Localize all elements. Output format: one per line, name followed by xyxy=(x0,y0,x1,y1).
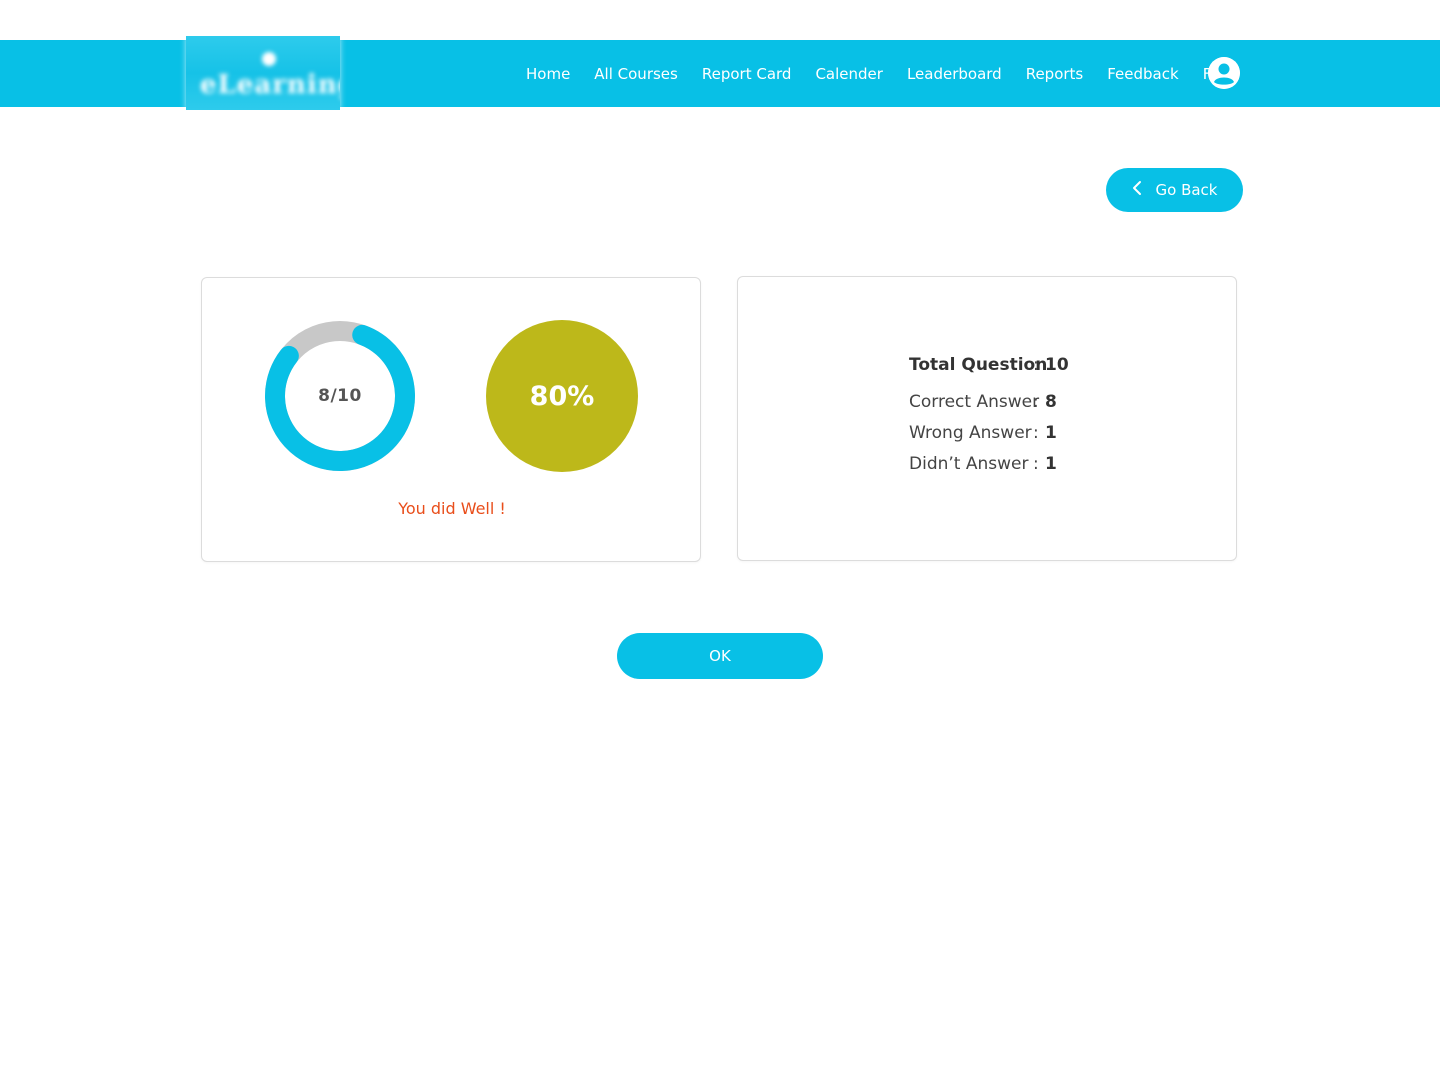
summary-label: Total Question xyxy=(909,355,1048,375)
score-label: 8/10 xyxy=(318,386,362,406)
summary-value: 10 xyxy=(1045,355,1069,375)
ok-button[interactable]: OK xyxy=(617,633,823,679)
nav-item-leaderboard[interactable]: Leaderboard xyxy=(907,65,1002,83)
summary-separator: : xyxy=(1033,392,1039,412)
percentage-circle: 80% xyxy=(486,320,638,472)
brand-logo[interactable]: eLearning xyxy=(186,36,340,110)
go-back-label: Go Back xyxy=(1155,181,1218,199)
logo-mark-icon xyxy=(262,52,276,66)
nav-item-reports[interactable]: Reports xyxy=(1026,65,1084,83)
summary-value: 1 xyxy=(1045,454,1057,474)
result-message: You did Well ! xyxy=(398,499,506,518)
nav-item-feedback[interactable]: Feedback xyxy=(1107,65,1178,83)
summary-separator: : xyxy=(1033,423,1039,443)
chevron-left-icon xyxy=(1132,180,1142,200)
summary-separator: : xyxy=(1033,454,1039,474)
summary-value: 1 xyxy=(1045,423,1057,443)
summary-label: Didn’t Answer xyxy=(909,454,1029,474)
main-nav: Home All Courses Report Card Calender Le… xyxy=(514,40,1244,107)
summary-separator: : xyxy=(1033,355,1039,375)
summary-card: Total Question : 10 Correct Answer : 8 W… xyxy=(737,276,1237,561)
logo-text: eLearning xyxy=(200,70,340,100)
go-back-button[interactable]: Go Back xyxy=(1106,168,1243,212)
summary-value: 8 xyxy=(1045,392,1057,412)
nav-item-home[interactable]: Home xyxy=(526,65,570,83)
nav-item-all-courses[interactable]: All Courses xyxy=(594,65,678,83)
user-circle-icon[interactable] xyxy=(1208,57,1240,89)
nav-item-report-card[interactable]: Report Card xyxy=(702,65,792,83)
score-card: 8/10 80% You did Well ! xyxy=(201,277,701,562)
nav-item-calender[interactable]: Calender xyxy=(815,65,883,83)
summary-label: Correct Answer xyxy=(909,392,1040,412)
summary-label: Wrong Answer xyxy=(909,423,1032,443)
